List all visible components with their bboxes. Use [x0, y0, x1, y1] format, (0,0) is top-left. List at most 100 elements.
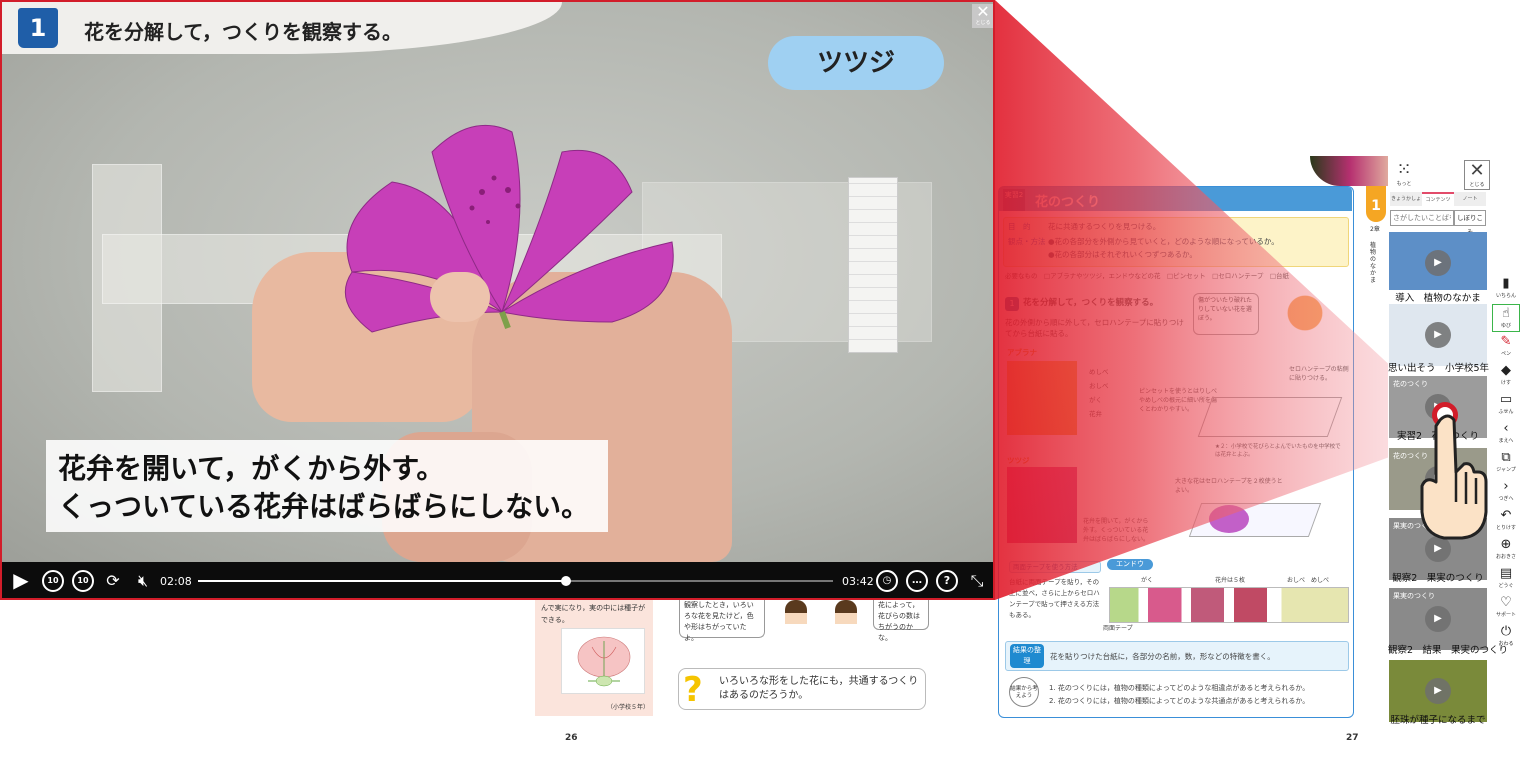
mounting-card [848, 177, 898, 353]
forward-10-icon[interactable]: 10 [72, 570, 94, 592]
close-icon: ✕ [1469, 160, 1485, 181]
double-tape-description: 台紙に両面テープを貼り，その上に並べ，さらに上からセロハンテープで貼って押さえる… [1009, 578, 1100, 619]
pen-icon: ✎ [1500, 334, 1512, 349]
speed-clock-icon[interactable]: ◷ [876, 570, 898, 592]
video-close-button[interactable]: ✕ とじる [972, 4, 993, 28]
page-title: 花のつくり [1035, 195, 1101, 210]
thumbnail-title: 果実のつくり [1393, 592, 1435, 600]
prev-page-icon: ‹ [1503, 421, 1509, 436]
next-page-icon: › [1503, 479, 1509, 494]
tool-support[interactable]: ♡ サポート [1492, 594, 1520, 622]
play-icon[interactable]: ▶ [10, 570, 32, 592]
content-thumbnail[interactable]: 果実のつくり ▶ [1389, 588, 1487, 650]
chapter-tab[interactable]: 1 [1366, 186, 1386, 222]
content-thumbnail-label[interactable]: 観察2 結果 果実のつくり [1388, 642, 1508, 656]
aburana-label: アブラナ [1007, 348, 1037, 357]
video-player[interactable]: 1 花を分解して，つくりを観察する。 ✕ とじる ツツジ 花弁を開いて，がくから外… [0, 0, 995, 600]
fullscreen-icon[interactable]: ⤡ [966, 570, 988, 592]
page-number-left: 26 [565, 733, 578, 743]
endou-part-oshibe: おしべ [1287, 577, 1306, 584]
video-controls: ▶ 10 10 ⟳ 🔇︎ 02:08 03:42 ◷ … ? ⤡ [2, 562, 993, 598]
chapter-number: 2章 [1370, 226, 1380, 233]
right-textbook-page: 実習2 花のつくり 目 的 花に共通するつくりを見つける。 観点・方法 ●花の各… [998, 186, 1354, 718]
close-label: とじる [1469, 182, 1485, 188]
step1-title: 花を分解して，つくりを観察する。 [1023, 298, 1159, 308]
tool-tools[interactable]: ▤ どうぐ [1492, 565, 1520, 593]
tool-power[interactable]: ⏻ おわる [1492, 623, 1520, 651]
content-thumbnail[interactable]: ▶ [1389, 232, 1487, 290]
content-thumbnail-label[interactable]: 思い出そう 小学校5年 [1388, 360, 1489, 374]
part-label: 花弁 [1089, 410, 1102, 418]
student-bubble-2: 花によって，花びらの数はちがうのかな。 [873, 598, 929, 642]
more-button[interactable]: ⁙ もっと [1390, 160, 1418, 190]
student-bubble-1: 観察したとき，いろいろな花を見たけど，色や形はちがっていたよ。 [679, 598, 765, 642]
tool-list[interactable]: ▮ いちらん [1492, 275, 1520, 303]
chapter-name: 植物のなかま [1370, 242, 1377, 284]
viewpoint-2: ●花の各部分はそれぞれいくつずつあるか。 [1048, 250, 1197, 259]
content-thumbnail-label[interactable]: 胚珠が種子になるまで [1388, 712, 1488, 726]
tool-pen[interactable]: ✎ ペン [1492, 333, 1520, 361]
hand-pointer-icon [1420, 414, 1488, 540]
video-icon: ▶ [1425, 250, 1451, 276]
jump-icon: ⧉ [1501, 450, 1511, 465]
current-time: 02:08 [160, 575, 192, 588]
tools-icon: ▤ [1499, 566, 1513, 581]
content-thumbnail-label[interactable]: 導入 植物のなかま [1388, 290, 1488, 304]
cat-bubble: 傷がついたり破れたりしていない花を選ぼう。 [1193, 293, 1259, 335]
tab-textbook[interactable]: きょうかしょ [1390, 192, 1422, 206]
list-icon: ▮ [1502, 276, 1510, 291]
materials-list: 必要なもの □アブラナやツツジ，エンドウなどの花 □ピンセット □セロハンテープ… [1005, 272, 1289, 280]
mounting-board [1197, 397, 1343, 437]
tool-label: まえへ [1498, 438, 1514, 444]
tool-sticky-note[interactable]: ▭ ふせん [1492, 391, 1520, 419]
seek-progress [198, 580, 567, 582]
total-time: 03:42 [842, 575, 874, 588]
tool-zoom[interactable]: ⊕ おおきさ [1492, 536, 1520, 564]
help-icon[interactable]: ? [936, 570, 958, 592]
result-box: 結果の整理 花を貼りつけた台紙に，各部分の名前，数，形などの特徴を書く。 [1005, 641, 1349, 671]
search-input[interactable] [1390, 210, 1454, 226]
content-thumbnail[interactable]: ▶ [1389, 304, 1487, 366]
seek-thumb[interactable] [561, 576, 572, 586]
content-thumbnail-label[interactable]: 観察2 果実のつくり [1388, 570, 1488, 584]
header-flower-photo [1310, 156, 1390, 186]
tool-prev-page[interactable]: ‹ まえへ [1492, 420, 1520, 448]
tool-eraser[interactable]: ◆ けす [1492, 362, 1520, 390]
zoom-icon: ⊕ [1500, 537, 1512, 552]
tool-label: ふせん [1498, 409, 1514, 415]
caption-icon[interactable]: … [906, 570, 928, 592]
tsutsuji-description: 花弁を開いて，がくから外す。くっついている花弁はばらばらにしない。 [1083, 518, 1150, 543]
tool-next-page[interactable]: › つぎへ [1492, 478, 1520, 506]
part-label: おしべ [1089, 382, 1109, 390]
seek-bar[interactable] [198, 576, 833, 586]
mute-icon[interactable]: 🔇︎ [132, 570, 154, 592]
video-icon: ▶ [1425, 606, 1451, 632]
endou-label: エンドウ [1107, 559, 1153, 570]
consider-1: 1. 花のつくりには，植物の種類によってどのような相違点があると考えられるか。 [1049, 684, 1310, 692]
subtitle-box: 花弁を開いて，がくから外す。 くっついている花弁はばらばらにしない。 [46, 440, 608, 532]
thumb [430, 272, 490, 322]
thumbnail-title: 花のつくり [1393, 380, 1428, 388]
tool-jump[interactable]: ⧉ ジャンプ [1492, 449, 1520, 477]
objective-text: 花に共通するつくりを見つける。 [1048, 222, 1161, 231]
repeat-off-icon[interactable]: ⟳ [102, 570, 124, 592]
more-label: もっと [1396, 181, 1412, 187]
filter-button[interactable]: しぼりこみ [1454, 210, 1486, 236]
page-number-right: 27 [1346, 733, 1359, 743]
rewind-10-icon[interactable]: 10 [42, 570, 64, 592]
tool-undo[interactable]: ↶ とりけす [1492, 507, 1520, 535]
big-flower-note: 大きな花はセロハンテープを２枚使うとよい。 [1175, 478, 1283, 494]
sidebar-tabs: きょうかしょ コンテンツ ノート [1390, 192, 1486, 206]
diagram-caption: （小学校５年） [607, 704, 650, 711]
subtitle-line-1: 花弁を開いて，がくから外す。 [58, 452, 445, 485]
tool-hand[interactable]: ☝ ゆび [1492, 304, 1520, 332]
star-note: ★２：小学校で花びらとよんでいたものを中学校では花弁とよぶ。 [1215, 444, 1341, 458]
question-box: ? いろいろな形をした花にも，共通するつくりはあるのだろうか。 [678, 668, 926, 710]
close-label: とじる [975, 20, 991, 26]
video-icon: ▶ [1425, 322, 1451, 348]
sidebar-close-button[interactable]: ✕ とじる [1464, 160, 1490, 190]
student-figure-2 [835, 600, 857, 644]
tab-contents[interactable]: コンテンツ [1422, 192, 1454, 206]
tool-label: おわる [1498, 641, 1514, 647]
tab-notes[interactable]: ノート [1454, 192, 1486, 206]
